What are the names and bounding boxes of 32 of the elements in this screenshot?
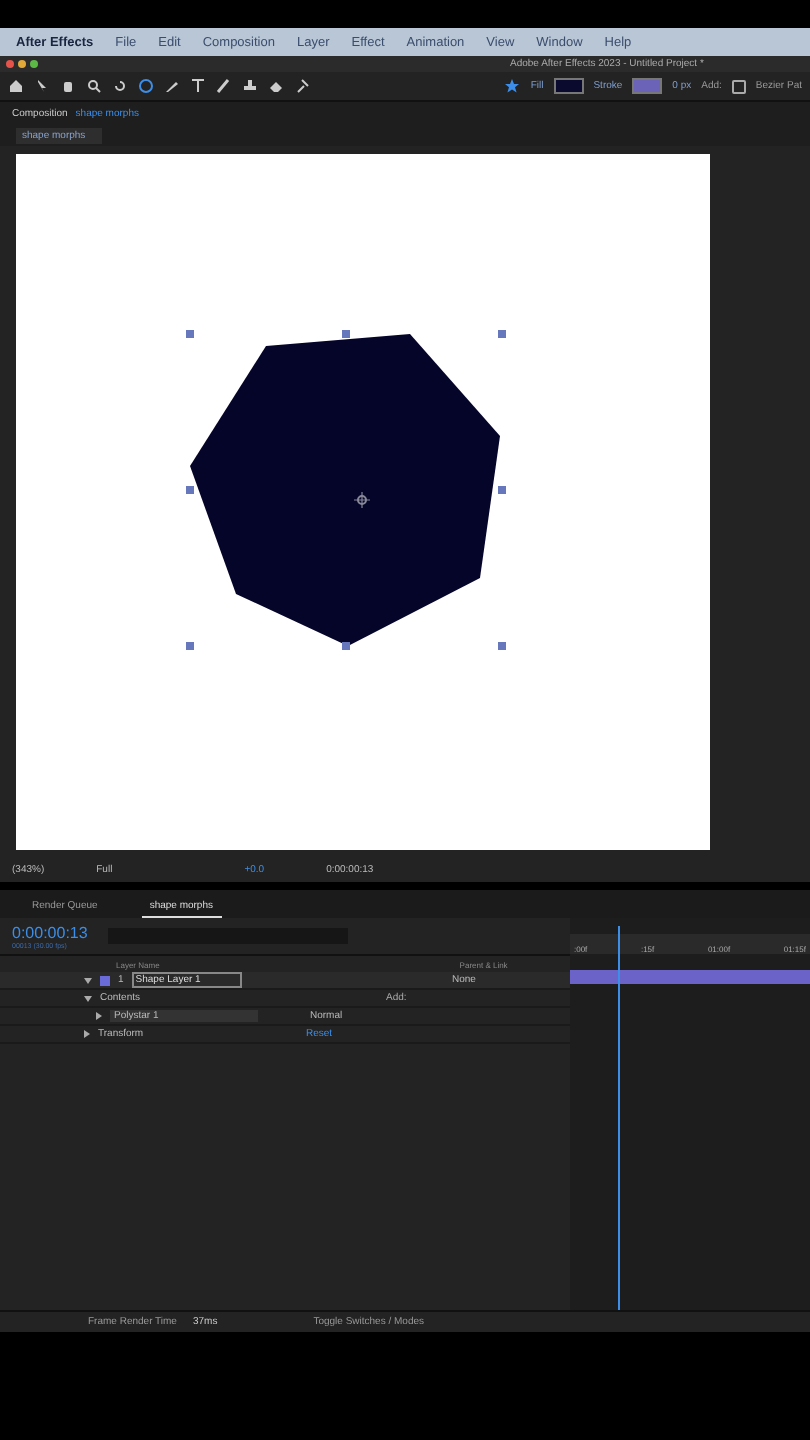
pointer-icon[interactable] [34, 78, 50, 94]
ellipse-tool-icon[interactable] [138, 78, 154, 94]
bezier-checkbox[interactable] [731, 79, 746, 93]
expand-caret[interactable] [96, 1012, 102, 1020]
rotate-icon[interactable] [112, 78, 128, 94]
expand-caret[interactable] [84, 977, 92, 983]
star-icon[interactable] [504, 78, 521, 94]
label-swatch[interactable] [100, 975, 110, 985]
zoom-button[interactable] [30, 60, 38, 68]
zoom-icon[interactable] [86, 78, 102, 94]
current-timecode[interactable]: 0:00:00:13 [12, 923, 88, 941]
stamp-icon[interactable] [242, 78, 258, 94]
stroke-swatch[interactable] [632, 78, 663, 94]
selection-handle[interactable] [498, 330, 506, 338]
selection-handle[interactable] [186, 486, 194, 494]
selection-handle[interactable] [498, 486, 506, 494]
pen-icon[interactable] [164, 78, 180, 94]
selection-handle[interactable] [342, 330, 350, 338]
selection-handle[interactable] [342, 642, 350, 650]
minimize-button[interactable] [18, 60, 26, 68]
selection-handle[interactable] [186, 330, 194, 338]
fill-swatch[interactable] [553, 78, 584, 94]
anchor-point-icon[interactable] [354, 492, 370, 508]
expand-caret[interactable] [84, 995, 92, 1001]
home-icon[interactable] [8, 78, 24, 94]
eraser-icon[interactable] [268, 78, 284, 94]
close-button[interactable] [6, 60, 14, 68]
expand-caret[interactable] [84, 1030, 90, 1038]
selection-handle[interactable] [498, 642, 506, 650]
text-tool-icon[interactable] [190, 78, 206, 94]
selection-handle[interactable] [186, 642, 194, 650]
brush-icon[interactable] [216, 78, 232, 94]
